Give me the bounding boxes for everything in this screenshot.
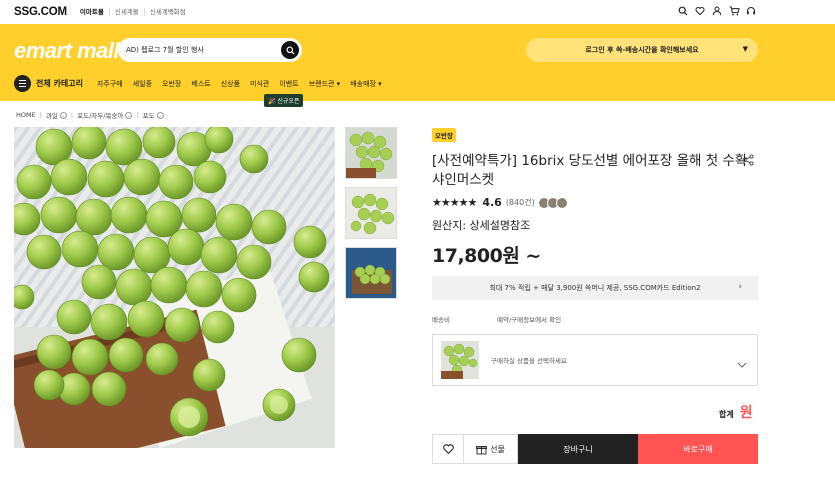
total-label: 합계 (719, 410, 734, 419)
menu-item-sale[interactable]: 세일중 (133, 79, 152, 89)
gift-label: 선물 (490, 444, 505, 454)
shipping-label: 배송비 (432, 316, 450, 324)
top-links: 이마트몰 신세계몰 신세계백화점 (75, 8, 191, 16)
option-placeholder: 구매하실 상품을 선택하세요 (491, 357, 567, 365)
card-promo-banner[interactable]: 최대 7% 적립 + 매달 3,900원 쓱머니 제공, SSG.COM카드 E… (432, 276, 758, 300)
rating-row[interactable]: ★★★★★ 4.6 (840건) (432, 196, 568, 209)
chevron-down-icon: ⌄ (156, 111, 164, 119)
heart-icon (442, 444, 454, 455)
chevron-down-icon: ⌄ (125, 111, 133, 119)
menu-item-best[interactable]: 베스트 (191, 79, 210, 89)
login-prompt-text: 로그인 후 쓱-배송시간을 확인해보세요 (585, 46, 699, 54)
breadcrumb-label: HOME (16, 111, 36, 119)
promo-text: 최대 7% 적립 + 매달 3,900원 쓱머니 제공, SSG.COM카드 E… (489, 284, 701, 292)
heart-icon[interactable] (694, 5, 706, 17)
product-price: 17,800원 ~ (432, 245, 541, 267)
breadcrumb-label: 포도 (142, 112, 155, 120)
search-icon (285, 45, 295, 55)
like-button[interactable] (432, 434, 464, 464)
review-count[interactable]: (840건) (506, 197, 535, 208)
menu-item-delivery-store[interactable]: 배송매장 ▾ (350, 79, 382, 89)
category-menu: 전체 카테고리 자주구매 세일중 오반장 베스트 신상품 미식관 이벤트 브랜드… (14, 75, 392, 92)
thumbnail-1[interactable] (345, 127, 397, 179)
breadcrumb-separator: | (39, 111, 42, 119)
menu-item-new[interactable]: 신상품 (221, 79, 240, 89)
chevron-down-icon: ⌄ (59, 111, 67, 119)
top-bar: SSG.COM 이마트몰 신세계몰 신세계백화점 (0, 0, 835, 24)
review-photo-thumbnails[interactable] (537, 196, 568, 209)
chevron-right-icon: › (738, 282, 742, 292)
breadcrumb-separator: | (70, 111, 74, 119)
option-select[interactable]: 구매하실 상품을 선택하세요 (432, 334, 758, 386)
share-icon[interactable] (742, 151, 754, 170)
product-main-image[interactable] (14, 127, 335, 448)
hamburger-icon[interactable] (14, 75, 31, 92)
star-rating: ★★★★★ (432, 196, 477, 209)
breadcrumb-fruit[interactable]: 과일 ⌄ (46, 110, 67, 120)
breadcrumb-home[interactable]: HOME (16, 111, 36, 119)
menu-item-gourmet[interactable]: 미식관 (250, 79, 269, 89)
top-link-shinsegae-mall[interactable]: 신세계몰 (108, 8, 144, 16)
breadcrumb-separator: | (136, 111, 139, 119)
search-input[interactable]: AD) 펩로그 7월 할인 행사 (126, 45, 204, 55)
breadcrumb-label: 포도/자두/복숭아 (77, 112, 124, 120)
rating-score: 4.6 (482, 196, 502, 209)
top-link-emart[interactable]: 이마트몰 (75, 8, 109, 16)
ssg-logo[interactable]: SSG.COM (14, 6, 67, 18)
search-bar[interactable]: AD) 펩로그 7월 할인 행사 (118, 38, 302, 62)
login-delivery-prompt[interactable]: 로그인 후 쓱-배송시간을 확인해보세요 ▼ (526, 38, 758, 62)
total-row: 합계 원 (719, 402, 753, 422)
buy-now-button[interactable]: 바로구매 (638, 434, 758, 464)
menu-item-event[interactable]: 이벤트 (279, 79, 298, 89)
thumbnail-3[interactable] (345, 247, 397, 299)
thumbnail-2[interactable] (345, 187, 397, 239)
emart-mall-logo[interactable]: emart mall (14, 38, 120, 64)
product-origin: 원산지: 상세설명참조 (432, 219, 531, 232)
add-to-cart-button[interactable]: 장바구니 (518, 434, 638, 464)
breadcrumb-stonefruit[interactable]: 포도/자두/복숭아 ⌄ (77, 110, 133, 120)
all-categories-button[interactable]: 전체 카테고리 (36, 78, 83, 89)
caret-down-icon: ▼ (742, 45, 748, 53)
headset-icon[interactable] (745, 5, 757, 17)
shipping-value: 예약/구매정보에서 확인 (497, 316, 562, 324)
cart-icon[interactable] (728, 5, 740, 17)
top-icons (677, 5, 757, 17)
new-open-badge: 🎉 신규오픈 (264, 94, 304, 107)
gift-icon (476, 445, 488, 454)
top-link-department-store[interactable]: 신세계백화점 (143, 8, 191, 16)
total-value: 원 (739, 405, 753, 421)
obanjang-badge: 오반장 (432, 128, 456, 142)
purchase-actions: 선물 장바구니 바로구매 (432, 434, 758, 464)
search-button[interactable] (281, 41, 299, 59)
menu-item-brand[interactable]: 브랜드관 ▾ (309, 79, 341, 89)
user-icon[interactable] (711, 5, 723, 17)
gift-button[interactable]: 선물 (464, 434, 518, 464)
menu-item-obanjang[interactable]: 오반장 (162, 79, 181, 89)
chevron-down-icon (737, 353, 747, 372)
breadcrumb-label: 과일 (45, 112, 58, 120)
breadcrumb-grape[interactable]: 포도 ⌄ (143, 110, 164, 120)
breadcrumb: HOME | 과일 ⌄ | 포도/자두/복숭아 ⌄ | 포도 ⌄ (16, 110, 168, 120)
menu-item-frequent[interactable]: 자주구매 (97, 79, 123, 89)
option-thumbnail (441, 341, 479, 379)
thumbnail-list (345, 127, 397, 307)
search-icon[interactable] (677, 5, 689, 17)
main-header: emart mall AD) 펩로그 7월 할인 행사 로그인 후 쓱-배송시간… (0, 24, 835, 101)
product-title: [사전예약특가] 16brix 당도선별 에어포장 올해 첫 수확 샤인머스켓 (432, 153, 748, 188)
